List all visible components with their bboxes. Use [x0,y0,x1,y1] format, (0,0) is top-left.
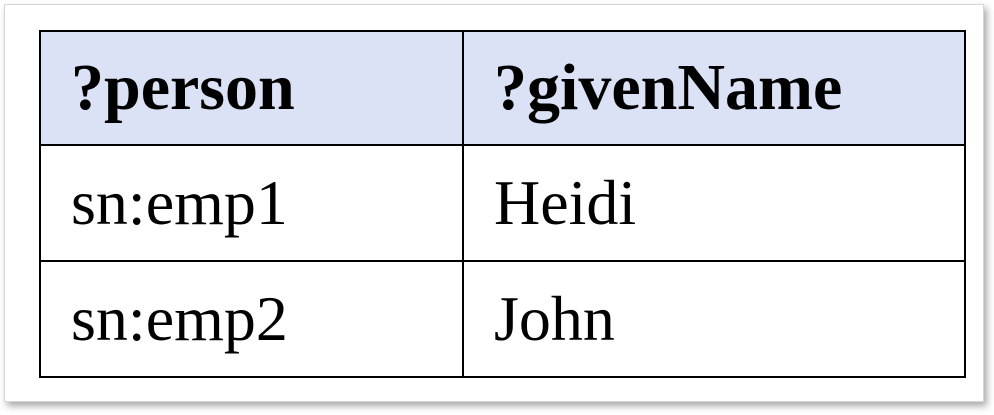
column-header-person: ?person [39,30,464,146]
table-header-row: ?person ?givenName [39,30,966,146]
cell-givenname: Heidi [462,144,966,262]
table-row: sn:emp2 John [39,260,966,378]
table-row: sn:emp1 Heidi [39,144,966,262]
cell-person: sn:emp1 [39,144,464,262]
cell-person: sn:emp2 [39,260,464,378]
document-frame: ?person ?givenName sn:emp1 Heidi sn:emp2… [4,4,984,402]
query-results-table: ?person ?givenName sn:emp1 Heidi sn:emp2… [39,30,966,378]
column-header-givenname: ?givenName [462,30,966,146]
cell-givenname: John [462,260,966,378]
